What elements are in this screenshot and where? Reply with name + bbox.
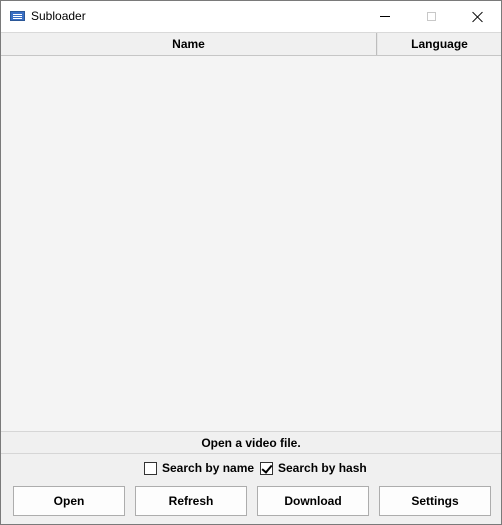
open-button[interactable]: Open bbox=[13, 486, 125, 516]
window-title: Subloader bbox=[31, 9, 86, 23]
search-by-name-option[interactable]: Search by name bbox=[144, 459, 254, 477]
column-header-name[interactable]: Name bbox=[1, 33, 377, 55]
list-body[interactable] bbox=[1, 56, 501, 432]
download-button[interactable]: Download bbox=[257, 486, 369, 516]
app-window: Subloader Name Language Open a video fil… bbox=[0, 0, 502, 525]
column-header-language[interactable]: Language bbox=[377, 33, 501, 55]
close-icon bbox=[472, 11, 483, 22]
title-bar[interactable]: Subloader bbox=[1, 1, 501, 32]
maximize-button[interactable] bbox=[408, 1, 454, 32]
search-by-hash-checkbox[interactable] bbox=[260, 461, 273, 475]
app-icon bbox=[10, 11, 25, 21]
close-button[interactable] bbox=[454, 1, 500, 32]
settings-button[interactable]: Settings bbox=[379, 486, 491, 516]
minimize-button[interactable] bbox=[362, 1, 408, 32]
subtitle-list[interactable]: Name Language bbox=[1, 32, 501, 432]
search-options: Search by name Search by hash bbox=[1, 459, 501, 479]
minimize-icon bbox=[380, 16, 390, 17]
search-by-hash-option[interactable]: Search by hash bbox=[260, 459, 367, 477]
maximize-icon bbox=[426, 12, 436, 21]
search-by-name-checkbox[interactable] bbox=[144, 461, 157, 475]
search-by-hash-label: Search by hash bbox=[278, 461, 367, 475]
refresh-button[interactable]: Refresh bbox=[135, 486, 247, 516]
search-by-name-label: Search by name bbox=[162, 461, 255, 475]
status-text: Open a video file. bbox=[1, 431, 501, 454]
list-header: Name Language bbox=[1, 33, 501, 56]
